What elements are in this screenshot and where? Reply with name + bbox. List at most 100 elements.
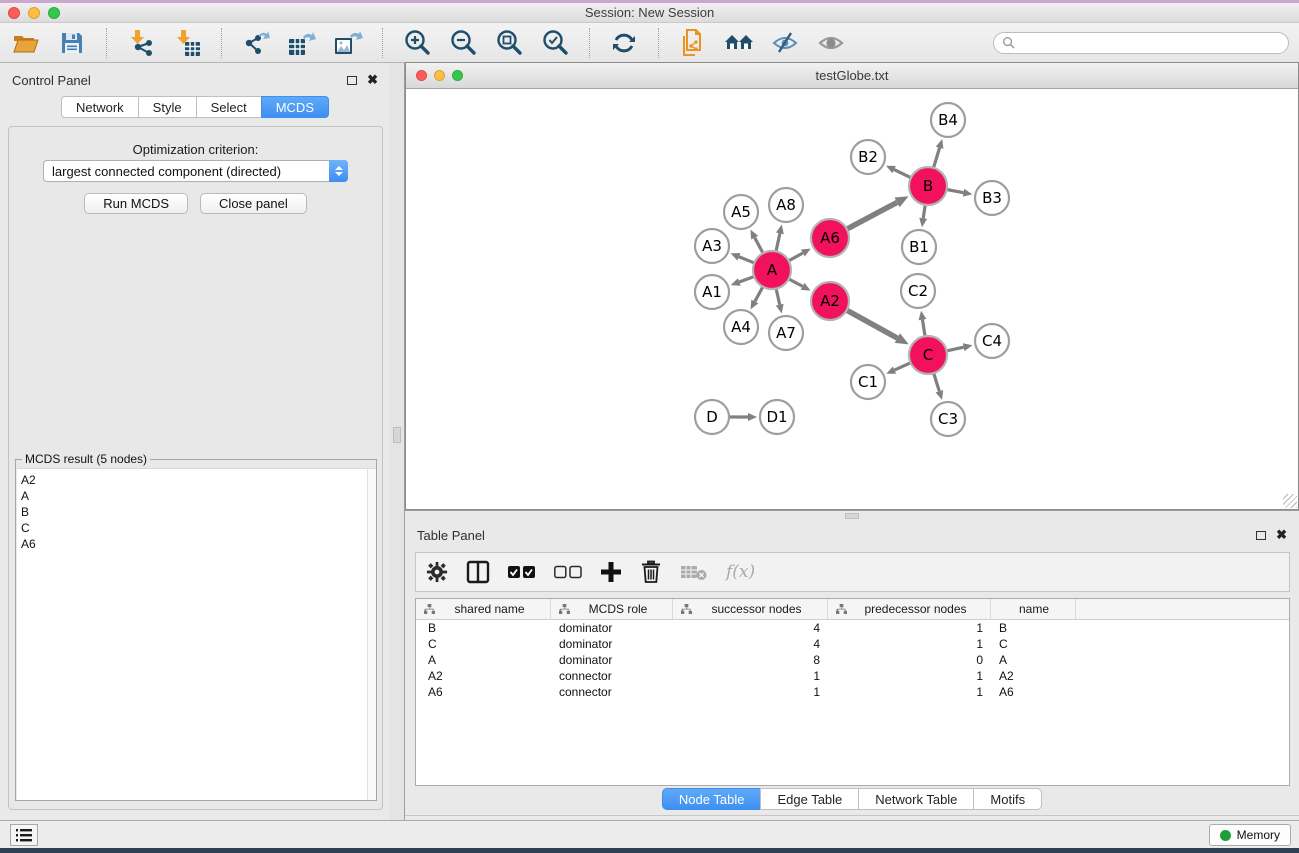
- result-scrollbar[interactable]: [367, 469, 376, 800]
- table-cell[interactable]: 1: [828, 685, 991, 699]
- zoom-out-icon[interactable]: [447, 27, 479, 59]
- tab-select[interactable]: Select: [196, 96, 261, 118]
- table-cell[interactable]: 1: [828, 669, 991, 683]
- table-cell[interactable]: A: [991, 653, 1076, 667]
- column-header-successor-nodes[interactable]: successor nodes: [673, 599, 828, 619]
- table-cell[interactable]: 8: [673, 653, 828, 667]
- table-cell[interactable]: 4: [673, 637, 828, 651]
- graph-node-A1[interactable]: A1: [695, 275, 729, 309]
- table-row[interactable]: A6connector11A6: [416, 684, 1289, 700]
- table-cell[interactable]: connector: [551, 669, 673, 683]
- memory-button[interactable]: Memory: [1209, 824, 1291, 846]
- graph-node-D[interactable]: D: [695, 400, 729, 434]
- result-item[interactable]: B: [21, 504, 376, 520]
- table-cell[interactable]: 1: [828, 621, 991, 635]
- graph-node-C1[interactable]: C1: [851, 365, 885, 399]
- mcds-result-list[interactable]: A2ABCA6: [17, 468, 376, 800]
- graph-node-A5[interactable]: A5: [724, 195, 758, 229]
- graph-edge-A6-B[interactable]: [845, 202, 897, 230]
- table-settings-gear-icon[interactable]: [426, 561, 448, 583]
- export-table-icon[interactable]: [286, 27, 318, 59]
- export-network-icon[interactable]: [240, 27, 272, 59]
- import-table-icon[interactable]: [171, 27, 203, 59]
- import-network-icon[interactable]: [125, 27, 157, 59]
- table-row[interactable]: Adominator80A: [416, 652, 1289, 668]
- zoom-selected-icon[interactable]: [539, 27, 571, 59]
- close-panel-icon[interactable]: ✖: [1276, 530, 1287, 540]
- column-header-predecessor-nodes[interactable]: predecessor nodes: [828, 599, 991, 619]
- table-cell[interactable]: B: [991, 621, 1076, 635]
- panel-splitter-horizontal[interactable]: [405, 510, 1299, 520]
- graph-node-A[interactable]: A: [753, 251, 791, 289]
- create-column-icon[interactable]: [600, 561, 622, 583]
- graph-node-B[interactable]: B: [909, 167, 947, 205]
- tab-edge-table[interactable]: Edge Table: [760, 788, 858, 810]
- table-cell[interactable]: 4: [673, 621, 828, 635]
- column-header-name[interactable]: name: [991, 599, 1076, 619]
- tab-style[interactable]: Style: [138, 96, 196, 118]
- delete-column-trash-icon[interactable]: [640, 560, 662, 584]
- save-session-icon[interactable]: [56, 27, 88, 59]
- result-item[interactable]: A2: [21, 472, 376, 488]
- column-header-shared-name[interactable]: shared name: [416, 599, 551, 619]
- network-minimize-button[interactable]: [434, 70, 445, 81]
- table-cell[interactable]: dominator: [551, 653, 673, 667]
- table-cell[interactable]: A6: [416, 685, 551, 699]
- select-all-icon[interactable]: [508, 565, 536, 579]
- table-cell[interactable]: 1: [828, 637, 991, 651]
- graph-node-C2[interactable]: C2: [901, 274, 935, 308]
- graph-node-B3[interactable]: B3: [975, 181, 1009, 215]
- criterion-dropdown[interactable]: largest connected component (directed): [43, 160, 348, 182]
- graph-node-A7[interactable]: A7: [769, 316, 803, 350]
- graph-node-B4[interactable]: B4: [931, 103, 965, 137]
- tab-mcds[interactable]: MCDS: [261, 96, 329, 118]
- graph-edge-C-C3[interactable]: [933, 371, 939, 391]
- open-session-icon[interactable]: [10, 27, 42, 59]
- graph-node-D1[interactable]: D1: [760, 400, 794, 434]
- search-field[interactable]: [993, 32, 1289, 54]
- float-panel-icon[interactable]: [347, 76, 357, 85]
- table-cell[interactable]: A: [416, 653, 551, 667]
- deselect-all-icon[interactable]: [554, 565, 582, 579]
- panel-splitter-vertical[interactable]: [390, 63, 405, 820]
- export-image-icon[interactable]: [332, 27, 364, 59]
- zoom-fit-icon[interactable]: [493, 27, 525, 59]
- table-cell[interactable]: A2: [416, 669, 551, 683]
- table-cell[interactable]: C: [991, 637, 1076, 651]
- table-cell[interactable]: 1: [673, 685, 828, 699]
- graph-node-B2[interactable]: B2: [851, 140, 885, 174]
- splitter-handle[interactable]: [845, 513, 859, 519]
- show-panels-list-button[interactable]: [10, 824, 38, 846]
- table-cell[interactable]: 0: [828, 653, 991, 667]
- column-header-mcds-role[interactable]: MCDS role: [551, 599, 673, 619]
- network-close-button[interactable]: [416, 70, 427, 81]
- table-cell[interactable]: B: [416, 621, 551, 635]
- result-item[interactable]: C: [21, 520, 376, 536]
- network-graph[interactable]: B4B2BB3A8A5A6A3B1AC2A1A2A4A7C4CC1DD1C3: [406, 89, 1298, 509]
- graph-node-A3[interactable]: A3: [695, 229, 729, 263]
- graph-node-A2[interactable]: A2: [811, 282, 849, 320]
- show-column-panel-icon[interactable]: [466, 560, 490, 584]
- graph-node-C[interactable]: C: [909, 336, 947, 374]
- main-titlebar[interactable]: Session: New Session: [0, 3, 1299, 23]
- result-item[interactable]: A: [21, 488, 376, 504]
- result-item[interactable]: A6: [21, 536, 376, 552]
- zoom-window-button[interactable]: [48, 7, 60, 19]
- table-cell[interactable]: dominator: [551, 621, 673, 635]
- network-canvas[interactable]: B4B2BB3A8A5A6A3B1AC2A1A2A4A7C4CC1DD1C3: [406, 89, 1298, 509]
- graph-node-C4[interactable]: C4: [975, 324, 1009, 358]
- splitter-handle[interactable]: [393, 427, 401, 443]
- float-panel-icon[interactable]: [1256, 531, 1266, 540]
- network-zoom-button[interactable]: [452, 70, 463, 81]
- table-cell[interactable]: 1: [673, 669, 828, 683]
- table-cell[interactable]: A6: [991, 685, 1076, 699]
- table-row[interactable]: A2connector11A2: [416, 668, 1289, 684]
- zoom-in-icon[interactable]: [401, 27, 433, 59]
- graph-node-C3[interactable]: C3: [931, 402, 965, 436]
- table-cell[interactable]: C: [416, 637, 551, 651]
- table-cell[interactable]: A2: [991, 669, 1076, 683]
- table-cell[interactable]: dominator: [551, 637, 673, 651]
- run-mcds-button[interactable]: Run MCDS: [84, 193, 188, 214]
- graph-edge-A2-C[interactable]: [845, 309, 897, 338]
- tab-network-table[interactable]: Network Table: [858, 788, 973, 810]
